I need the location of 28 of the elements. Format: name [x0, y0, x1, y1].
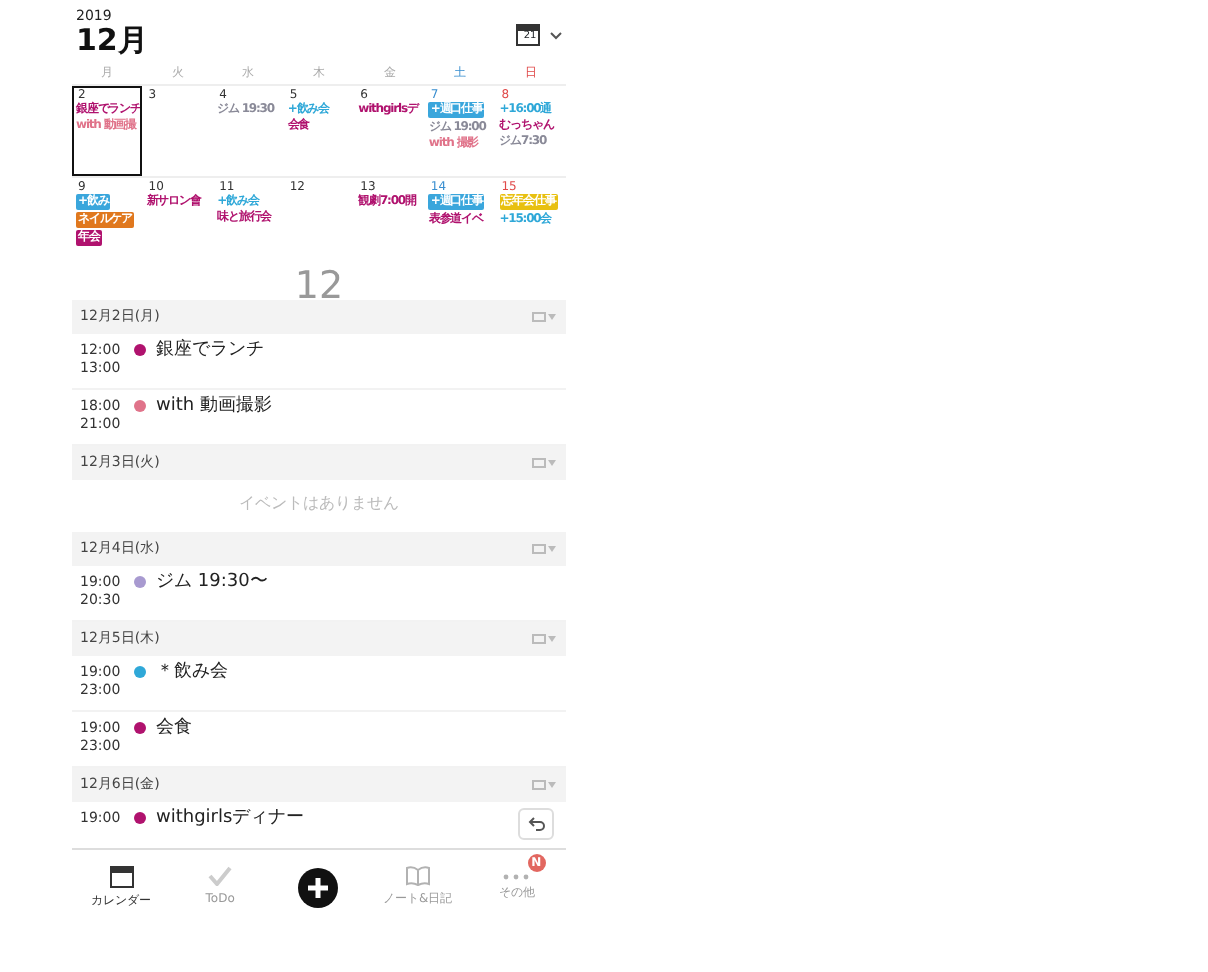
event-title: with 動画撮影: [156, 398, 272, 416]
calendar-icon: [109, 865, 134, 887]
calendar-icon: [516, 24, 540, 46]
view-toggle-button[interactable]: [532, 541, 560, 557]
add-icon: [298, 867, 339, 907]
more-icon: [502, 873, 531, 879]
view-toggle-button[interactable]: [532, 309, 560, 325]
view-toggle-icon: [532, 634, 556, 644]
event-title: 会食: [156, 720, 192, 738]
book-icon: [405, 866, 430, 886]
view-toggle-button[interactable]: [532, 777, 560, 793]
event-title: ＊飲み会: [156, 664, 228, 682]
event-title: 銀座でランチ: [156, 342, 264, 360]
view-toggle-icon: [532, 544, 556, 554]
checkmark-icon: [208, 866, 233, 886]
view-toggle-button[interactable]: [532, 455, 560, 471]
event-title: withgirlsディナー: [156, 810, 305, 828]
chevron-down-icon: [550, 31, 562, 39]
view-toggle-icon: [532, 780, 556, 790]
event-title: ジム 19:30〜: [156, 574, 268, 592]
month-overlay-number: 12: [294, 268, 344, 306]
undo-button[interactable]: [518, 808, 554, 840]
view-toggle-icon: [532, 312, 556, 322]
month-title: 12月: [76, 24, 148, 58]
view-toggle-button[interactable]: [532, 631, 560, 647]
view-toggle-icon: [532, 458, 556, 468]
undo-icon: [527, 816, 545, 832]
empty-message: イベントはありません: [237, 492, 401, 516]
